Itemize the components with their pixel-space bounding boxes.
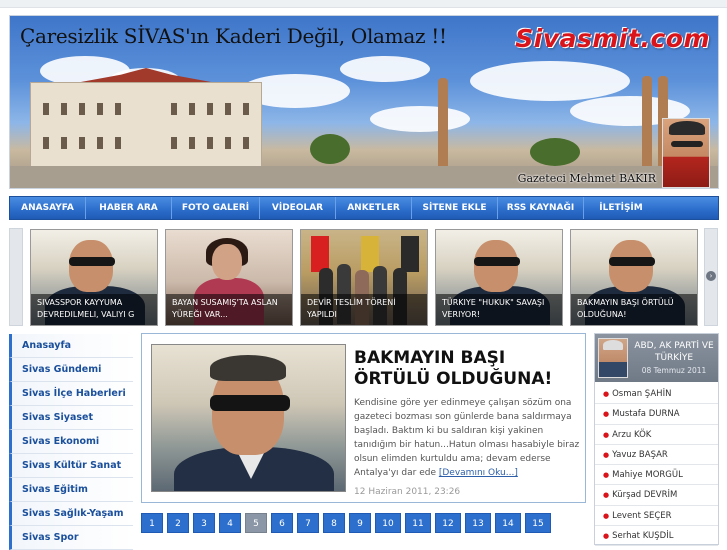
columnist-name: Levent SEÇER — [612, 510, 672, 521]
carousel-slide[interactable]: TÜRKIYE "HUKUK" SAVAŞI VERIYOR! — [435, 229, 563, 326]
columnist-name: Kürşad DEVRİM — [612, 490, 678, 501]
bullet-icon: ● — [603, 532, 610, 541]
article-title[interactable]: BAKMAYIN BAŞI ÖRTÜLÜ OLDUĞUNA! — [354, 348, 580, 390]
cloud-shape — [470, 61, 630, 101]
columnist-link[interactable]: ● Osman ŞAHİN — [595, 384, 718, 405]
carousel-next-arrow[interactable]: › — [704, 228, 718, 326]
page-button[interactable]: 9 — [349, 513, 371, 533]
columnist-name: Arzu KÖK — [612, 429, 652, 440]
columnists-panel: ABD, AK PARTİ VE TÜRKİYE 08 Temmuz 2011 … — [594, 333, 719, 547]
page-button[interactable]: 11 — [405, 513, 431, 533]
columnist-name: Yavuz BAŞAR — [612, 449, 668, 460]
featured-column-title: ABD, AK PARTİ VE TÜRKİYE — [634, 341, 714, 363]
main-nav: ANASAYFA HABER ARA FOTO GALERİ VİDEOLAR … — [9, 196, 719, 220]
featured-column-header[interactable]: ABD, AK PARTİ VE TÜRKİYE 08 Temmuz 2011 — [595, 334, 718, 382]
carousel-prev-arrow[interactable] — [9, 228, 23, 326]
columnist-name: Serhat KUŞDİL — [612, 531, 674, 542]
columnist-name: Osman ŞAHİN — [612, 389, 672, 399]
nav-item-add-to-site[interactable]: SİTENE EKLE — [412, 197, 498, 219]
columnist-link[interactable]: ● Mahiye MORGÜL — [595, 465, 718, 486]
featured-column-date: 08 Temmuz 2011 — [641, 366, 707, 375]
carousel-slide[interactable]: DEVİR TESLİM TÖRENİ YAPILDI — [300, 229, 428, 326]
carousel-slide[interactable]: BAKMAYIN BAŞI ÖRTÜLÜ OLDUĞUNA! — [570, 229, 698, 326]
slide-caption: TÜRKIYE "HUKUK" SAVAŞI VERIYOR! — [436, 294, 562, 325]
read-more-link[interactable]: [Devamını Oku...] — [439, 468, 518, 478]
nav-item-polls[interactable]: ANKETLER — [336, 197, 412, 219]
slide-caption: DEVİR TESLİM TÖRENİ YAPILDI — [301, 294, 427, 325]
tree-shape — [530, 138, 580, 166]
journalist-name: Gazeteci Mehmet BAKIR — [517, 172, 656, 185]
slide-caption: BAKMAYIN BAŞI ÖRTÜLÜ OLDUĞUNA! — [571, 294, 697, 325]
bullet-icon: ● — [603, 410, 610, 419]
nav-item-contact[interactable]: İLETİŞİM — [584, 197, 658, 219]
article-image[interactable] — [151, 344, 346, 492]
columnist-name: Mahiye MORGÜL — [612, 470, 683, 481]
article-date: 12 Haziran 2011, 23:26 — [354, 487, 461, 497]
page-button[interactable]: 8 — [323, 513, 345, 533]
category-sidebar: Anasayfa Sivas Gündemi Sivas İlçe Haberl… — [9, 334, 133, 550]
page-button[interactable]: 2 — [167, 513, 189, 533]
page-button[interactable]: 10 — [375, 513, 401, 533]
columnist-link[interactable]: ● Yavuz BAŞAR — [595, 445, 718, 466]
featured-article: BAKMAYIN BAŞI ÖRTÜLÜ OLDUĞUNA! Kendisine… — [141, 333, 586, 503]
bullet-icon: ● — [603, 390, 610, 398]
page-button[interactable]: 12 — [435, 513, 461, 533]
page-button[interactable]: 1 — [141, 513, 163, 533]
bullet-icon: ● — [603, 430, 610, 439]
cloud-shape — [370, 106, 470, 132]
sidebar-item-agenda[interactable]: Sivas Gündemi — [9, 358, 133, 382]
nav-item-photo-gallery[interactable]: FOTO GALERİ — [172, 197, 260, 219]
columnist-link[interactable]: ● Kürşad DEVRİM — [595, 485, 718, 506]
pagination: 1 2 3 4 5 6 7 8 9 10 11 12 13 14 15 — [141, 513, 555, 533]
sidebar-item-culture-art[interactable]: Sivas Kültür Sanat — [9, 454, 133, 478]
columnist-link[interactable]: ● Arzu KÖK — [595, 425, 718, 445]
page-button[interactable]: 3 — [193, 513, 215, 533]
slide-caption: BAYAN SUSAMIŞ'TA ASLAN YÜREĞI VAR... — [166, 294, 292, 325]
sidebar-item-home[interactable]: Anasayfa — [9, 334, 133, 358]
chevron-right-icon: › — [706, 271, 716, 281]
bullet-icon: ● — [603, 511, 610, 520]
nav-item-home[interactable]: ANASAYFA — [10, 197, 86, 219]
columnist-link[interactable]: ● Mustafa DURNA — [595, 404, 718, 425]
cloud-shape — [340, 56, 430, 82]
page-button[interactable]: 4 — [219, 513, 241, 533]
sidebar-item-health[interactable]: Sivas Sağlık-Yaşam — [9, 502, 133, 526]
bullet-icon: ● — [603, 491, 610, 500]
columnist-list: ● Osman ŞAHİN ● Mustafa DURNA ● Arzu KÖK ● Y… — [595, 384, 718, 547]
page-button[interactable]: 7 — [297, 513, 319, 533]
columnist-link[interactable]: ● Serhat KUŞDİL — [595, 526, 718, 547]
bullet-icon: ● — [603, 450, 610, 459]
sidebar-item-economy[interactable]: Sivas Ekonomi — [9, 430, 133, 454]
article-excerpt-text: Kendisine göre yer edinmeye çalışan sözü… — [354, 398, 580, 478]
page-button[interactable]: 15 — [525, 513, 551, 533]
columnist-name: Mustafa DURNA — [612, 409, 680, 420]
columnist-link[interactable]: ● Levent SEÇER — [595, 506, 718, 527]
journalist-portrait — [662, 118, 710, 188]
page-button[interactable]: 13 — [465, 513, 491, 533]
page-button[interactable]: 14 — [495, 513, 521, 533]
page-button[interactable]: 6 — [271, 513, 293, 533]
sidebar-item-education[interactable]: Sivas Eğitim — [9, 478, 133, 502]
slide-caption: SIVASSPOR KAYYUMA DEVREDILMELI, VALIYI G — [31, 294, 157, 325]
article-excerpt: Kendisine göre yer edinmeye çalışan sözü… — [354, 396, 582, 480]
minaret-shape — [438, 78, 448, 178]
carousel-slide[interactable]: SIVASSPOR KAYYUMA DEVREDILMELI, VALIYI G — [30, 229, 158, 326]
banner-slogan: Çaresizlik SİVAS'ın Kaderi Değil, Olamaz… — [20, 24, 447, 48]
header-banner: Çaresizlik SİVAS'ın Kaderi Değil, Olamaz… — [9, 15, 719, 189]
sidebar-item-politics[interactable]: Sivas Siyaset — [9, 406, 133, 430]
bullet-icon: ● — [603, 471, 610, 480]
site-logo[interactable]: Sivasmit.com — [515, 24, 710, 53]
nav-item-rss[interactable]: RSS KAYNAĞI — [498, 197, 584, 219]
tree-shape — [310, 134, 350, 164]
nav-item-videos[interactable]: VİDEOLAR — [260, 197, 336, 219]
sidebar-item-sports[interactable]: Sivas Spor — [9, 526, 133, 550]
nav-item-news-search[interactable]: HABER ARA — [86, 197, 172, 219]
top-strip — [0, 0, 727, 8]
columnist-avatar — [598, 338, 628, 378]
sidebar-item-district-news[interactable]: Sivas İlçe Haberleri — [9, 382, 133, 406]
minaret-shape — [642, 76, 652, 180]
page-button-current[interactable]: 5 — [245, 513, 267, 533]
carousel-slide[interactable]: BAYAN SUSAMIŞ'TA ASLAN YÜREĞI VAR... — [165, 229, 293, 326]
